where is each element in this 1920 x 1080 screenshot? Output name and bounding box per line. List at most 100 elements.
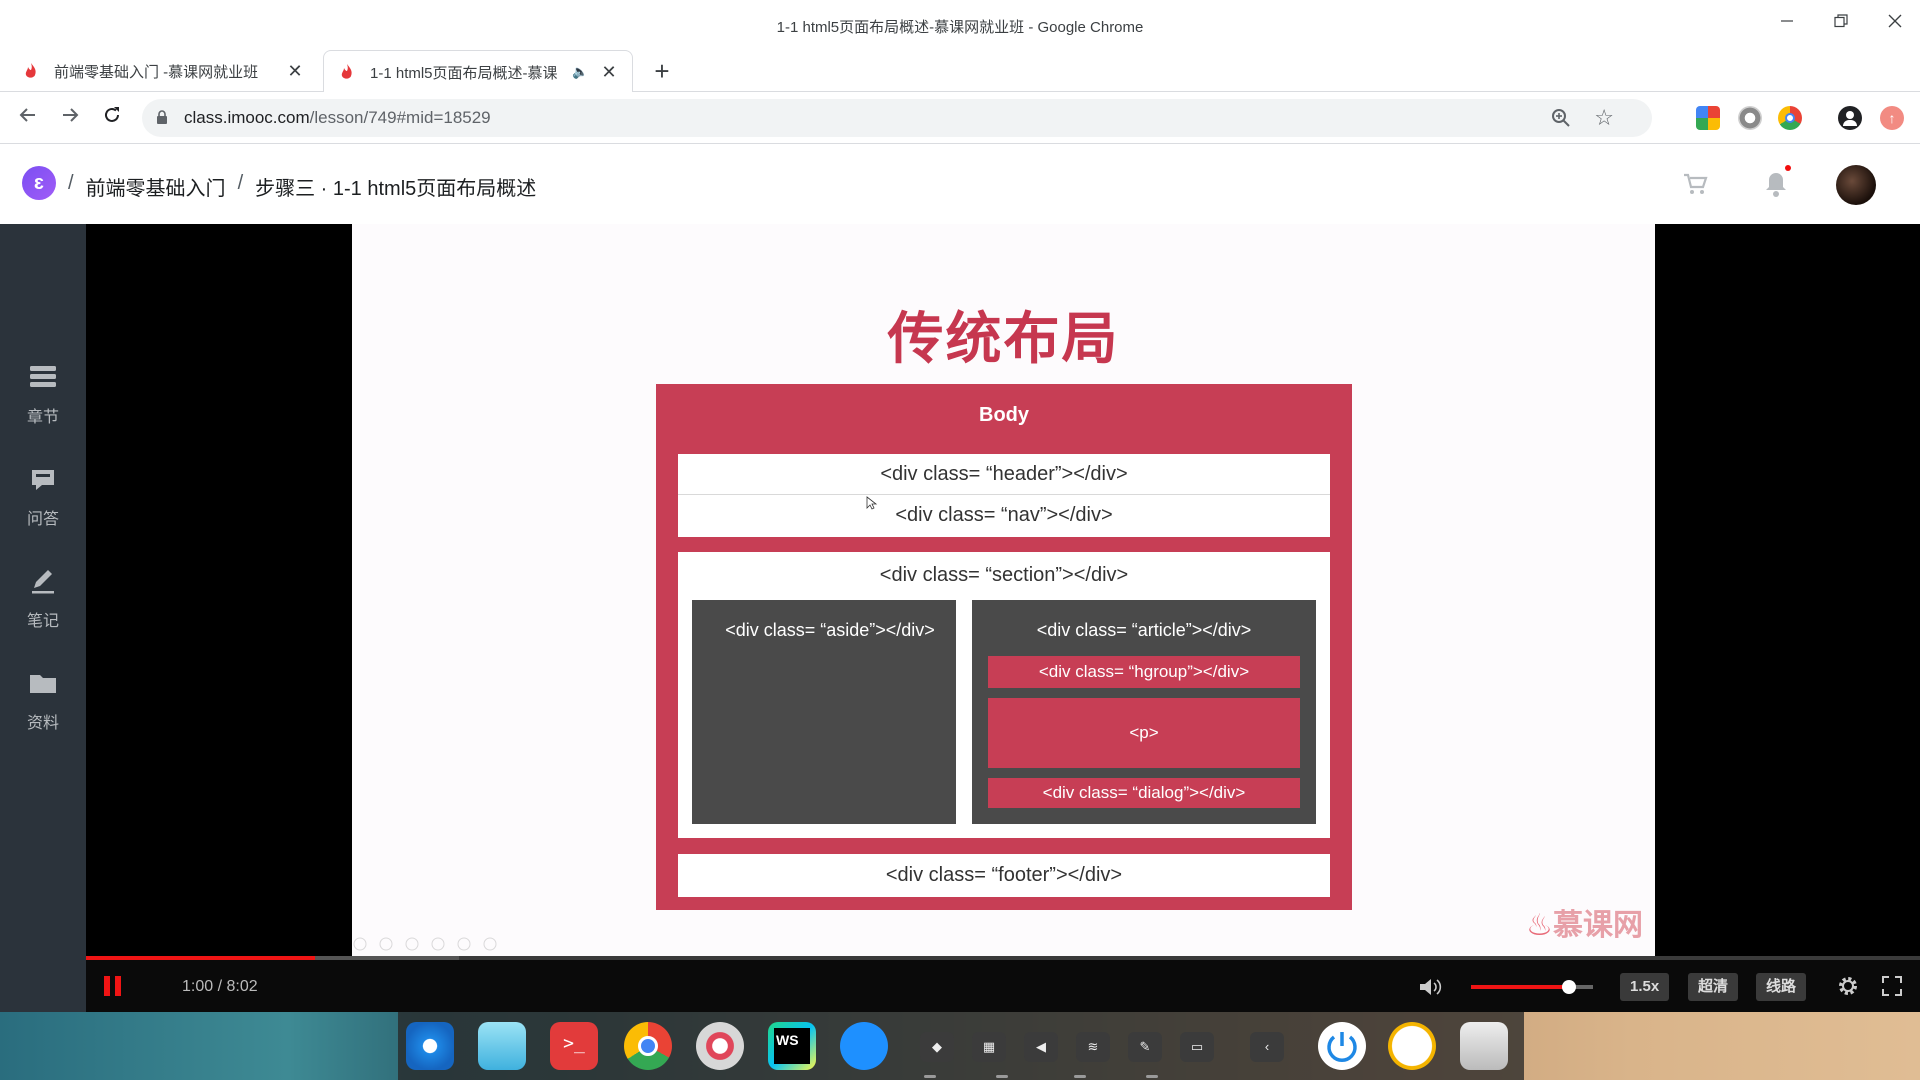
keyboard-icon[interactable]: ▦	[972, 1032, 1006, 1062]
power-icon[interactable]	[1318, 1022, 1366, 1070]
webstorm-icon[interactable]: WS	[768, 1022, 816, 1070]
url-path: /lesson/749#mid=18529	[309, 108, 491, 127]
layout-diagram: Body <div class= “header”></div> <div cl…	[656, 384, 1352, 910]
nav-box: <div class= “nav”></div>	[895, 504, 1113, 526]
notification-dot	[1785, 165, 1791, 171]
chrome-icon[interactable]	[624, 1022, 672, 1070]
tab-course-intro[interactable]: 前端零基础入门 -慕课网就业班 ✕	[8, 50, 318, 92]
file-manager-icon[interactable]	[478, 1022, 526, 1070]
taskbar-dock: >_ WS ◆ ▦ ◀ ≋ ✎ ▭ ‹	[398, 1012, 1524, 1080]
url-text[interactable]: class.imooc.com/lesson/749#mid=18529	[184, 108, 491, 128]
launcher-icon[interactable]	[406, 1022, 454, 1070]
route-button[interactable]: 线路	[1756, 973, 1807, 1001]
sound-tray-icon[interactable]: ◀	[1024, 1032, 1058, 1062]
tray-app-icon[interactable]: ◆	[920, 1032, 954, 1062]
pen-tray-icon[interactable]: ✎	[1128, 1032, 1162, 1062]
footer-box: <div class= “footer”></div>	[678, 854, 1330, 897]
reload-button[interactable]	[98, 104, 126, 132]
close-window-button[interactable]	[1880, 12, 1910, 36]
back-button[interactable]	[14, 104, 42, 132]
extension-gear-icon[interactable]	[1738, 106, 1762, 130]
tab-lesson[interactable]: 1-1 html5页面布局概述-慕课 🔈 ✕	[323, 50, 633, 93]
restore-button[interactable]	[1826, 12, 1856, 36]
site-header: ɛ / 前端零基础入门 / 步骤三 · 1-1 html5页面布局概述	[0, 144, 1920, 224]
running-indicator	[996, 1075, 1008, 1078]
pause-icon	[115, 976, 121, 996]
running-indicator	[924, 1075, 936, 1078]
volume-level	[1471, 985, 1569, 989]
settings-app-icon[interactable]	[696, 1022, 744, 1070]
extension-colorful-icon[interactable]	[1696, 106, 1720, 130]
tray-collapse-icon[interactable]: ‹	[1250, 1032, 1284, 1062]
address-bar[interactable]: class.imooc.com/lesson/749#mid=18529 ☆	[142, 99, 1652, 137]
aside-box: <div class= “aside”></div>	[692, 600, 956, 824]
tab-close-icon[interactable]: ✕	[600, 62, 618, 83]
volume-icon[interactable]	[1418, 976, 1442, 998]
rail-item-qa[interactable]: 问答	[0, 464, 86, 529]
forward-button[interactable]	[56, 104, 84, 132]
rail-item-label: 章节	[26, 409, 59, 426]
minimize-button[interactable]	[1772, 12, 1802, 36]
folder-icon	[30, 675, 56, 693]
slide-toolbar	[353, 937, 497, 951]
rail-item-materials[interactable]: 资料	[0, 668, 86, 733]
rail-item-notes[interactable]: 笔记	[0, 566, 86, 631]
avatar[interactable]	[1836, 165, 1876, 205]
clock-icon[interactable]	[1388, 1022, 1436, 1070]
settings-gear-icon[interactable]	[1836, 974, 1860, 998]
back-arrow-icon	[19, 108, 35, 122]
rail-item-label: 笔记	[26, 613, 59, 630]
speed-button[interactable]: 1.5x	[1620, 973, 1670, 1001]
bookmark-star-icon[interactable]: ☆	[1594, 105, 1614, 131]
lesson-slide: 传统布局 Body <div class= “header”></div> <d…	[352, 224, 1655, 956]
messenger-icon[interactable]	[840, 1022, 888, 1070]
fullscreen-icon[interactable]	[1882, 976, 1902, 996]
trash-icon[interactable]	[1460, 1022, 1508, 1070]
breadcrumb-course[interactable]: 前端零基础入门	[86, 172, 226, 201]
rail-item-chapters[interactable]: 章节	[0, 362, 86, 427]
header-box: <div class= “header”></div>	[678, 454, 1330, 495]
volume-slider[interactable]	[1471, 980, 1593, 994]
restore-icon	[1834, 14, 1848, 28]
imooc-logo-icon[interactable]: ɛ	[22, 166, 56, 200]
mouse-cursor-icon	[866, 496, 878, 510]
imooc-flame-icon	[25, 63, 36, 78]
battery-icon[interactable]: ▭	[1180, 1032, 1214, 1062]
notification-bell-icon[interactable]	[1764, 170, 1788, 198]
extension-update-icon[interactable]: ↑	[1880, 106, 1904, 130]
profile-icon[interactable]	[1838, 106, 1862, 130]
article-box: <div class= “article”></div> <div class=…	[972, 600, 1316, 824]
lock-icon[interactable]	[156, 110, 168, 125]
zoom-icon[interactable]	[1550, 107, 1572, 129]
imooc-watermark: ♨慕课网	[1526, 900, 1643, 944]
slide-title: 传统布局	[887, 307, 1120, 370]
tab-strip: 前端零基础入门 -慕课网就业班 ✕ 1-1 html5页面布局概述-慕课 🔈 ✕…	[0, 50, 1920, 93]
quality-button[interactable]: 超清	[1688, 973, 1739, 1001]
flame-icon: ♨	[1526, 909, 1553, 942]
cart-icon[interactable]	[1682, 171, 1708, 197]
tab-close-icon[interactable]: ✕	[286, 61, 304, 82]
power-symbol-icon	[1327, 1032, 1357, 1062]
browser-toolbar: class.imooc.com/lesson/749#mid=18529 ☆ ↑	[0, 92, 1920, 144]
breadcrumb-lesson: 步骤三 · 1-1 html5页面布局概述	[255, 178, 537, 200]
extension-chrome-icon[interactable]	[1778, 106, 1802, 130]
rail-item-label: 问答	[26, 511, 59, 528]
video-player[interactable]: 传统布局 Body <div class= “header”></div> <d…	[86, 224, 1920, 956]
wifi-icon[interactable]: ≋	[1076, 1032, 1110, 1062]
tab-label: 前端零基础入门 -慕课网就业班	[54, 63, 259, 81]
pause-icon	[104, 976, 110, 996]
volume-knob[interactable]	[1561, 980, 1576, 994]
section-box: <div class= “section”></div> <div class=…	[678, 552, 1330, 838]
breadcrumb: / 前端零基础入门 / 步骤三 · 1-1 html5页面布局概述	[68, 172, 536, 201]
pause-button[interactable]	[104, 976, 122, 996]
imooc-flame-icon	[341, 64, 352, 79]
watermark-text: 慕课网	[1553, 909, 1643, 942]
header-nav-block: <div class= “header”></div> <div class= …	[678, 454, 1330, 537]
new-tab-button[interactable]: +	[648, 58, 676, 86]
window-titlebar: 1-1 html5页面布局概述-慕课网就业班 - Google Chrome	[0, 0, 1920, 50]
terminal-icon[interactable]: >_	[550, 1022, 598, 1070]
audio-playing-icon[interactable]: 🔈	[572, 64, 590, 80]
time-display: 1:00 / 8:02	[182, 978, 258, 995]
player-controls: 1:00 / 8:02 1.5x 超清 线路	[86, 960, 1920, 1012]
section-label: <div class= “section”></div>	[879, 564, 1129, 586]
